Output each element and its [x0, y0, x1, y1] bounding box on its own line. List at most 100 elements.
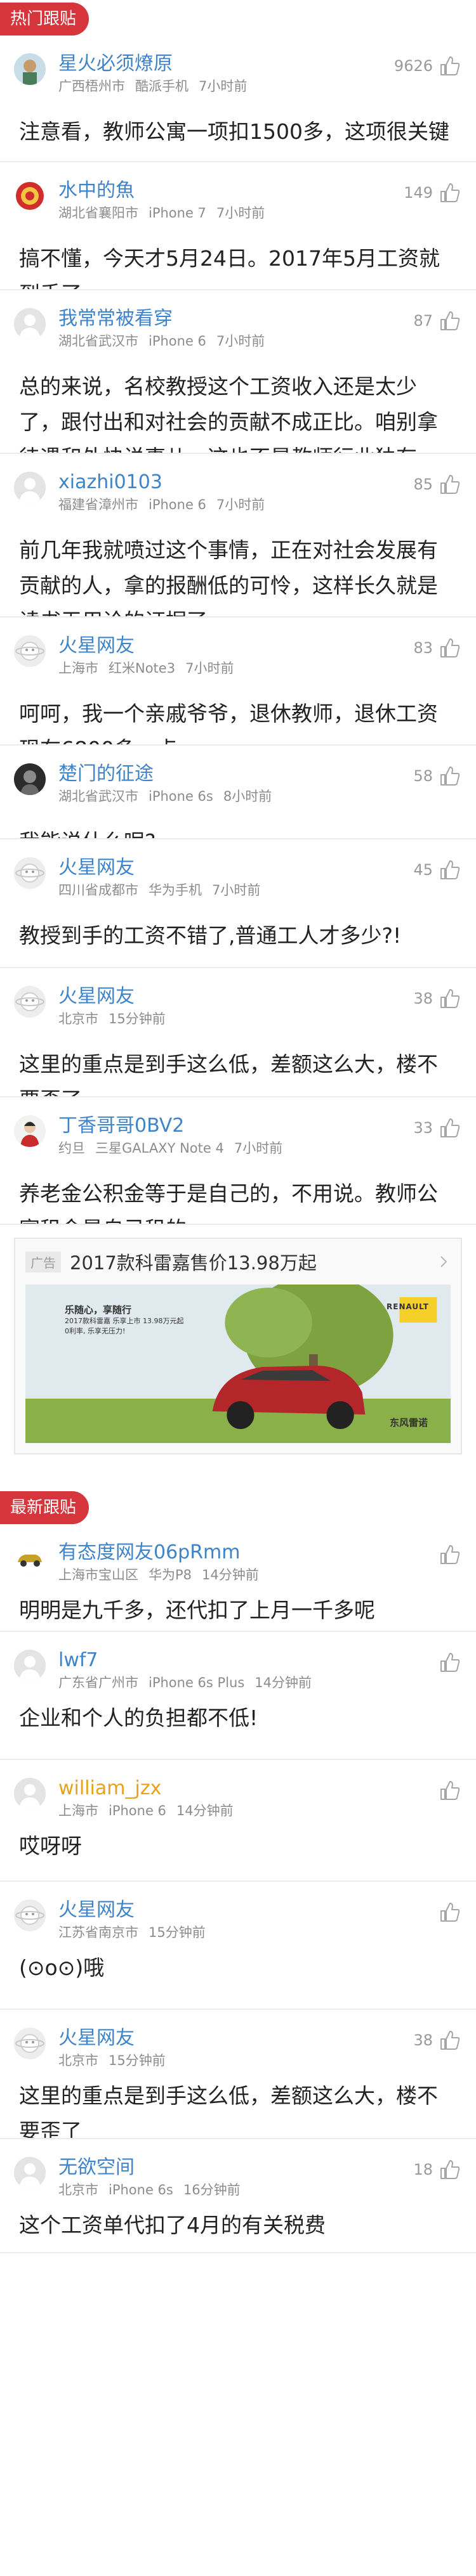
thumbs-up-icon — [440, 2031, 460, 2050]
comment-meta: 广西梧州市 酷派手机 7小时前 — [58, 77, 458, 95]
comment-text: 这个工资单代扣了4月的有关税费 — [19, 2213, 326, 2237]
like-button[interactable]: 33 — [413, 1116, 461, 1139]
thumbs-up-icon — [440, 183, 460, 202]
comment-item[interactable]: 无欲空间 北京市 iPhone 6s 16分钟前 18 这个工资单代扣了4月的有关税费 — [0, 2139, 476, 2253]
ad-title[interactable]: 2017款科雷嘉售价13.98万起 — [70, 1248, 437, 1275]
comment-item[interactable]: 星火必须燎原 广西梧州市 酷派手机 7小时前 9626 注意看，教师公寓一项扣1500多，… — [0, 36, 476, 162]
ad-logo-text: RENAULT — [387, 1302, 429, 1311]
like-button[interactable]: 45 — [413, 858, 461, 881]
like-button[interactable] — [438, 1901, 461, 1924]
thumbs-up-icon — [440, 1118, 460, 1137]
comment-time: 14分钟前 — [202, 1567, 259, 1582]
comment-text: 呵呵，我一个亲戚爷爷，退休教师，退休工资现在6800多一点 — [19, 701, 438, 744]
thumbs-up-icon — [440, 311, 460, 330]
comment-device: iPhone 6s — [149, 789, 213, 804]
avatar[interactable] — [14, 53, 46, 85]
comment-meta: 北京市 15分钟前 — [58, 1010, 458, 1028]
ad-card[interactable]: 广告 2017款科雷嘉售价13.98万起 乐随心，享随行 2017款科雷嘉 乐享… — [14, 1238, 462, 1454]
like-button[interactable]: 149 — [404, 181, 461, 204]
comment-device: iPhone 6 — [149, 333, 206, 349]
thumbs-up-icon — [440, 1653, 460, 1672]
comment-item[interactable]: 火星网友 四川省成都市 华为手机 7小时前 45 教授到手的工资不错了,普通工人才多少?! — [0, 839, 476, 968]
comment-location: 北京市 — [58, 2053, 98, 2068]
avatar[interactable] — [14, 635, 46, 667]
comment-meta: 上海市宝山区 华为P8 14分钟前 — [58, 1566, 458, 1584]
comment-text: 明明是九千多，还代扣了上月一千多呢 — [19, 1598, 375, 1622]
like-button[interactable]: 85 — [413, 473, 461, 496]
ad-image[interactable]: 乐随心，享随行 2017款科雷嘉 乐享上市 13.98万元起 0利率, 乐享无压… — [25, 1285, 451, 1443]
avatar[interactable] — [14, 1778, 46, 1809]
comment-meta: 福建省漳州市 iPhone 6 7小时前 — [58, 496, 458, 514]
latest-comments-list: 有态度网友06pRmm 上海市宝山区 华为P8 14分钟前明明是九千多，还代扣了上月一… — [0, 1524, 476, 2253]
comment-username[interactable]: lwf7 — [58, 1648, 458, 1673]
like-button[interactable]: 18 — [413, 2158, 461, 2181]
comment-meta: 约旦 三星GALAXY Note 4 7小时前 — [58, 1139, 458, 1157]
comment-text: 总的来说，名校教授这个工资收入还是太少了，跟付出和对社会的贡献不成正比。咱别拿待… — [19, 374, 438, 453]
like-button[interactable]: 38 — [413, 987, 461, 1010]
avatar[interactable] — [14, 1900, 46, 1931]
thumbs-up-icon — [440, 1903, 460, 1922]
avatar[interactable] — [14, 1650, 46, 1681]
comment-username[interactable]: 火星网友 — [58, 856, 458, 880]
comment-username[interactable]: xiazhi0103 — [58, 470, 458, 495]
avatar[interactable] — [14, 180, 46, 212]
comment-location: 上海市宝山区 — [58, 1567, 138, 1582]
comment-item[interactable]: william_jzx 上海市 iPhone 6 14分钟前 哎呀呀 — [0, 1760, 476, 1882]
avatar[interactable] — [14, 857, 46, 889]
comment-item[interactable]: lwf7 广东省广州市 iPhone 6s Plus 14分钟前 企业和个人的负担都不低… — [0, 1632, 476, 1760]
ad-copy: 乐随心，享随行 2017款科雷嘉 乐享上市 13.98万元起 0利率, 乐享无压… — [65, 1304, 211, 1337]
comment-username[interactable]: 火星网友 — [58, 985, 458, 1009]
like-count: 85 — [413, 476, 433, 493]
comment-device: iPhone 7 — [149, 205, 206, 221]
avatar[interactable] — [14, 472, 46, 503]
comment-time: 15分钟前 — [109, 2053, 166, 2068]
comment-username[interactable]: 丁香哥哥0BV2 — [58, 1114, 458, 1138]
like-button[interactable]: 83 — [413, 637, 461, 659]
comment-device: 华为手机 — [149, 883, 202, 898]
comment-location: 湖北省武汉市 — [58, 789, 138, 804]
ad-slogan: 乐随心，享随行 — [65, 1304, 132, 1316]
comment-location: 北京市 — [58, 1011, 98, 1026]
like-button[interactable]: 38 — [413, 2029, 461, 2052]
comment-item[interactable]: 丁香哥哥0BV2 约旦 三星GALAXY Note 4 7小时前 33 养老金公积金等于是… — [0, 1097, 476, 1225]
comment-username[interactable]: william_jzx — [58, 1777, 458, 1801]
avatar[interactable] — [14, 2028, 46, 2059]
comment-username[interactable]: 水中的魚 — [58, 179, 458, 203]
avatar[interactable] — [14, 763, 46, 795]
avatar[interactable] — [14, 2157, 46, 2189]
comment-item[interactable]: xiazhi0103 福建省漳州市 iPhone 6 7小时前 85 前几年我就喷过这个事… — [0, 454, 476, 618]
avatar[interactable] — [14, 1542, 46, 1574]
like-button[interactable] — [438, 1543, 461, 1566]
comment-username[interactable]: 有态度网友06pRmm — [58, 1541, 458, 1565]
avatar[interactable] — [14, 1115, 46, 1147]
comment-meta: 北京市 iPhone 6s 16分钟前 — [58, 2181, 458, 2199]
avatar[interactable] — [14, 308, 46, 340]
comment-item[interactable]: 火星网友 上海市 红米Note3 7小时前 83 呵呵，我一个亲戚爷爷，退休教师，退休工资… — [0, 618, 476, 746]
comment-time: 7小时前 — [216, 497, 265, 512]
comment-item[interactable]: 火星网友 江苏省南京市 15分钟前 (⊙o⊙)哦 — [0, 1882, 476, 2010]
like-button[interactable]: 87 — [413, 309, 461, 332]
ad-header: 广告 2017款科雷嘉售价13.98万起 — [25, 1248, 451, 1276]
comment-location: 四川省成都市 — [58, 883, 138, 898]
like-button[interactable]: 58 — [413, 765, 461, 787]
comment-item[interactable]: 火星网友北京市 15分钟前 38 这里的重点是到手这么低，差额这么大，楼不要歪了 — [0, 968, 476, 1097]
ad-badge: 广告 — [25, 1251, 61, 1272]
like-button[interactable] — [438, 1651, 461, 1674]
comment-username[interactable]: 无欲空间 — [58, 2156, 458, 2180]
comment-item[interactable]: 有态度网友06pRmm 上海市宝山区 华为P8 14分钟前明明是九千多，还代扣了上月一… — [0, 1524, 476, 1632]
comment-username[interactable]: 火星网友 — [58, 1898, 458, 1922]
comment-username[interactable]: 火星网友 — [58, 2026, 458, 2050]
like-button[interactable]: 9626 — [394, 55, 461, 77]
comment-time: 14分钟前 — [176, 1803, 234, 1818]
comment-username[interactable]: 我常常被看穿 — [58, 307, 458, 331]
avatar[interactable] — [14, 986, 46, 1018]
comment-item[interactable]: 楚门的征途湖北省武汉市 iPhone 6s 8小时前 58 我能说什么呢? — [0, 746, 476, 839]
like-count: 45 — [413, 861, 433, 879]
comment-username[interactable]: 楚门的征途 — [58, 762, 458, 786]
comment-item[interactable]: 我常常被看穿 湖北省武汉市 iPhone 6 7小时前 87 总的来说，名校教授这个工资收… — [0, 290, 476, 454]
comment-username[interactable]: 火星网友 — [58, 634, 458, 658]
comment-item[interactable]: 水中的魚 湖北省襄阳市 iPhone 7 7小时前 149 搞不懂，今天才5月24日。20… — [0, 162, 476, 290]
comment-item[interactable]: 火星网友北京市 15分钟前 38 这里的重点是到手这么低，差额这么大，楼不要歪了 — [0, 2010, 476, 2139]
like-count: 83 — [413, 639, 433, 657]
like-button[interactable] — [438, 1779, 461, 1802]
